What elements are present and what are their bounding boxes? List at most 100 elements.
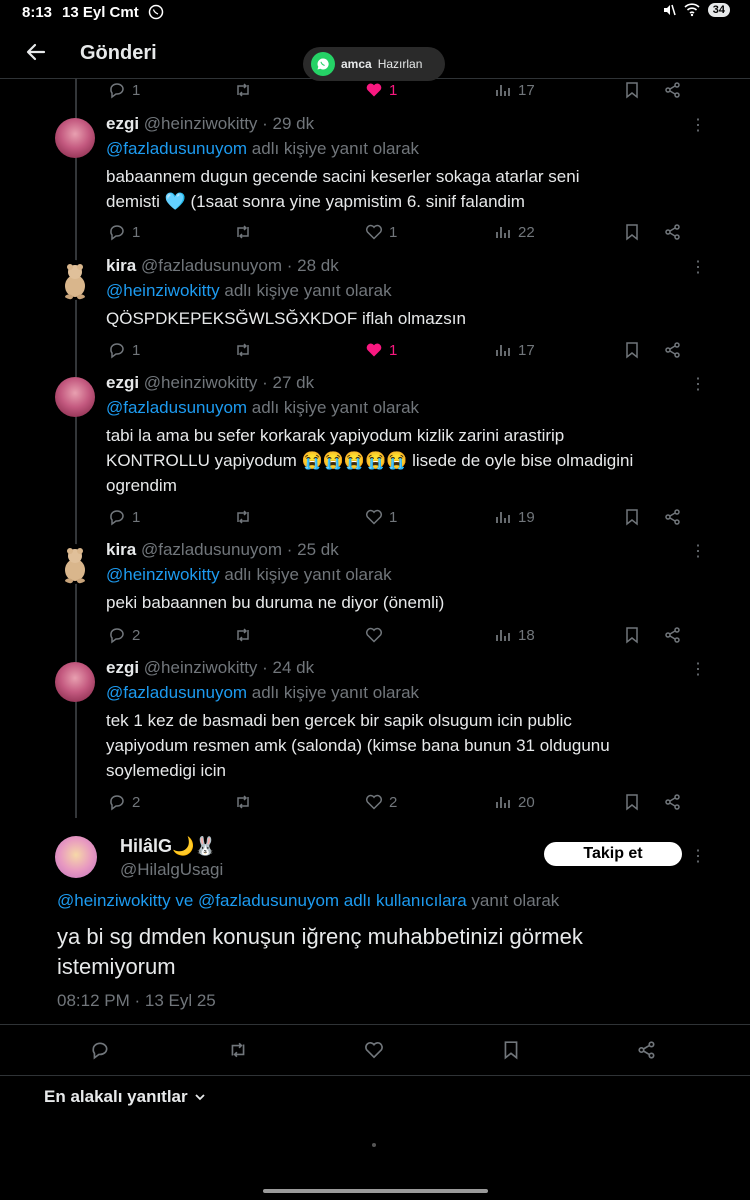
retweet-button[interactable]: [234, 793, 252, 811]
author-handle[interactable]: @heinziwokitty: [144, 658, 258, 677]
views-button[interactable]: 20: [494, 793, 535, 811]
more-icon[interactable]: ⋮: [690, 118, 706, 134]
author-name[interactable]: HilâlG🌙🐰: [120, 836, 217, 857]
reply-button[interactable]: 2: [108, 793, 140, 811]
avatar[interactable]: [55, 662, 95, 702]
follow-button[interactable]: Takip et: [544, 842, 682, 866]
post-text-line: ya bi sg dmden konuşun iğrenç muhabbetin…: [57, 924, 583, 949]
bookmark-icon: [626, 342, 638, 359]
reply-button[interactable]: 2: [108, 626, 140, 644]
bookmark-button[interactable]: [623, 81, 641, 99]
views-button[interactable]: 17: [494, 81, 535, 99]
share-icon: [665, 627, 680, 643]
share-icon: [665, 509, 680, 525]
bookmark-button[interactable]: [623, 508, 641, 526]
reply-button[interactable]: 1: [108, 508, 140, 526]
share-button[interactable]: [664, 81, 682, 99]
sort-dropdown[interactable]: En alakalı yanıtlar: [44, 1087, 206, 1107]
more-icon[interactable]: ⋮: [690, 260, 706, 276]
author-name[interactable]: kira: [106, 540, 136, 559]
like-button[interactable]: 1: [365, 341, 397, 359]
reply-mention[interactable]: @fazladusunuyom: [106, 398, 247, 417]
avatar[interactable]: [55, 118, 95, 158]
share-button[interactable]: [664, 341, 682, 359]
reply-context: @fazladusunuyom adlı kişiye yanıt olarak: [106, 398, 419, 418]
share-button[interactable]: [664, 223, 682, 241]
reply-context: @fazladusunuyom adlı kişiye yanıt olarak: [106, 683, 419, 703]
reply-time[interactable]: 28 dk: [297, 256, 339, 275]
reply-button[interactable]: 1: [108, 341, 140, 359]
retweet-button[interactable]: [234, 223, 252, 241]
author-handle[interactable]: @HilalgUsagi: [120, 860, 223, 880]
reply-button[interactable]: 1: [108, 81, 140, 99]
views-button[interactable]: 22: [494, 223, 535, 241]
like-count: 1: [389, 341, 398, 359]
back-arrow-icon[interactable]: [24, 40, 48, 64]
reply-mention[interactable]: @fazladusunuyom: [106, 683, 247, 702]
author-name[interactable]: ezgi: [106, 114, 139, 133]
reply-count: 1: [132, 508, 141, 526]
avatar[interactable]: [55, 544, 95, 584]
bookmark-button[interactable]: [623, 223, 641, 241]
more-icon[interactable]: ⋮: [690, 662, 706, 678]
author-name[interactable]: ezgi: [106, 658, 139, 677]
author-name[interactable]: kira: [106, 256, 136, 275]
avatar[interactable]: [55, 377, 95, 417]
author-handle[interactable]: @heinziwokitty: [144, 114, 258, 133]
retweet-icon[interactable]: [228, 1040, 248, 1060]
share-button[interactable]: [664, 508, 682, 526]
bookmark-icon[interactable]: [501, 1040, 521, 1060]
like-button[interactable]: 1: [365, 508, 397, 526]
share-button[interactable]: [664, 793, 682, 811]
reply-time[interactable]: 29 dk: [273, 114, 315, 133]
retweet-icon: [237, 343, 249, 357]
reply-mention[interactable]: @heinziwokitty: [106, 565, 220, 584]
bookmark-icon: [626, 509, 638, 526]
action-bar: 2 18: [108, 626, 688, 646]
bookmark-button[interactable]: [623, 341, 641, 359]
more-icon[interactable]: ⋮: [690, 544, 706, 560]
author-handle[interactable]: @heinziwokitty: [144, 373, 258, 392]
status-icons: 34: [662, 3, 730, 17]
whatsapp-toast[interactable]: amca Hazırlan: [303, 47, 445, 81]
like-button[interactable]: 1: [365, 223, 397, 241]
bookmark-button[interactable]: [623, 626, 641, 644]
reply-header: kira @fazladusunuyom · 28 dk: [106, 256, 339, 275]
reply-icon[interactable]: [90, 1040, 110, 1060]
avatar[interactable]: [55, 260, 95, 300]
retweet-button[interactable]: [234, 81, 252, 99]
avatar[interactable]: [55, 836, 97, 878]
reply-mention[interactable]: @heinziwokitty: [106, 281, 220, 300]
like-button[interactable]: [365, 626, 389, 644]
share-button[interactable]: [664, 626, 682, 644]
reply-mentions[interactable]: @heinziwokitty ve @fazladusunuyom adlı k…: [57, 891, 467, 910]
heart-icon[interactable]: [364, 1040, 384, 1060]
home-indicator[interactable]: [263, 1189, 488, 1193]
more-icon[interactable]: ⋮: [690, 377, 706, 393]
author-handle[interactable]: @fazladusunuyom: [141, 256, 282, 275]
like-button[interactable]: 2: [365, 793, 397, 811]
page-indicator: [372, 1143, 376, 1147]
author-name[interactable]: ezgi: [106, 373, 139, 392]
reply-time[interactable]: 27 dk: [273, 373, 315, 392]
share-icon[interactable]: [637, 1040, 657, 1060]
retweet-button[interactable]: [234, 508, 252, 526]
retweet-button[interactable]: [234, 626, 252, 644]
post-text-line: istemiyorum: [57, 954, 176, 979]
bookmark-icon: [626, 627, 638, 644]
reply-context: @heinziwokitty adlı kişiye yanıt olarak: [106, 281, 392, 301]
retweet-button[interactable]: [234, 341, 252, 359]
author-handle[interactable]: @fazladusunuyom: [141, 540, 282, 559]
reply-time[interactable]: 25 dk: [297, 540, 339, 559]
views-button[interactable]: 18: [494, 626, 535, 644]
more-icon[interactable]: ⋮: [690, 846, 706, 866]
reply-mention[interactable]: @fazladusunuyom: [106, 139, 247, 158]
views-count: 19: [518, 508, 535, 526]
post-timestamp[interactable]: 08:12 PM · 13 Eyl 25: [57, 991, 216, 1011]
views-button[interactable]: 19: [494, 508, 535, 526]
reply-time[interactable]: 24 dk: [273, 658, 315, 677]
bookmark-button[interactable]: [623, 793, 641, 811]
like-button[interactable]: 1: [365, 81, 397, 99]
views-button[interactable]: 17: [494, 341, 535, 359]
reply-button[interactable]: 1: [108, 223, 140, 241]
